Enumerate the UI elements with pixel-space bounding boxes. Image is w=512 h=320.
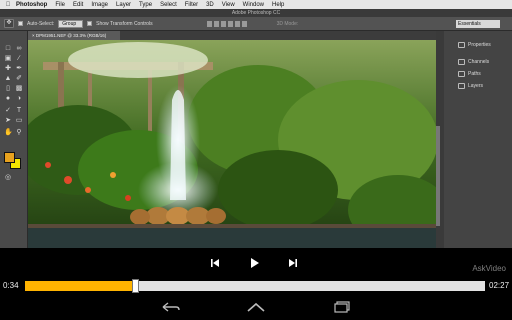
3d-mode-label: 3D Mode: <box>276 20 299 27</box>
move-tool-icon[interactable]: ✥ <box>4 19 14 28</box>
home-icon[interactable] <box>245 300 267 314</box>
menu-item-photoshop[interactable]: Photoshop <box>12 2 51 8</box>
seek-row: 0:34 02:27 <box>0 278 512 294</box>
path-select-icon[interactable]: ➤ <box>4 117 12 124</box>
menu-item-view[interactable]: View <box>218 2 239 8</box>
gradient-tool-icon[interactable]: ▩ <box>15 85 23 92</box>
menu-item-edit[interactable]: Edit <box>69 2 87 8</box>
foreground-color-swatch[interactable] <box>4 152 15 163</box>
auto-select-label: Auto-Select: <box>27 20 55 27</box>
document-tab[interactable]: × DPM1951.NEF @ 33.3% (RGB/16) <box>28 31 120 40</box>
apple-icon[interactable]:  <box>4 2 12 8</box>
menu-item-window[interactable]: Window <box>239 2 268 8</box>
fountain-photo <box>28 40 436 248</box>
options-bar: ✥ Auto-Select: Group Show Transform Cont… <box>0 17 512 31</box>
shape-tool-icon[interactable]: ▭ <box>15 117 23 124</box>
menu-item-layer[interactable]: Layer <box>112 2 135 8</box>
panel-paths-label: Paths <box>468 71 481 77</box>
recent-apps-icon[interactable] <box>331 300 353 314</box>
stamp-tool-icon[interactable]: ▲ <box>4 75 12 82</box>
skip-forward-icon[interactable] <box>286 257 300 269</box>
align-left-icon[interactable] <box>227 20 233 27</box>
window-title: Adobe Photoshop CC <box>0 9 512 17</box>
align-buttons <box>206 20 247 27</box>
align-top-icon[interactable] <box>206 20 212 27</box>
panel-channels[interactable]: Channels <box>458 57 489 67</box>
marquee-tool-icon[interactable]: □ <box>4 45 12 52</box>
type-tool-icon[interactable]: T <box>15 107 23 114</box>
menu-item-file[interactable]: File <box>51 2 69 8</box>
document-tab-bar: × DPM1951.NEF @ 33.3% (RGB/16) <box>28 31 436 40</box>
canvas-scrollbar[interactable] <box>436 126 440 226</box>
zoom-tool-icon[interactable]: ⚲ <box>15 129 23 136</box>
menu-item-type[interactable]: Type <box>135 2 156 8</box>
blur-tool-icon[interactable]: ● <box>4 95 12 102</box>
seek-bar[interactable] <box>25 279 485 293</box>
menu-bar:  Photoshop File Edit Image Layer Type S… <box>0 0 512 9</box>
auto-select-checkbox[interactable] <box>18 21 23 26</box>
tools-panel: □ ∞ ▣ ∕ ✚ ✒ ▲ ✐ ▯ ▩ ● ◑ ✓ T ➤ ▭ ✋ ⚲ ◎ <box>0 31 28 248</box>
pen-tool-icon[interactable]: ✓ <box>4 107 12 114</box>
properties-icon <box>458 42 465 48</box>
seek-progress <box>25 281 136 291</box>
seek-thumb[interactable] <box>132 279 140 293</box>
hand-tool-icon[interactable]: ✋ <box>4 129 13 136</box>
panel-layers-label: Layers <box>468 83 484 89</box>
workspace-dropdown[interactable]: Essentials <box>456 20 500 28</box>
layers-icon <box>458 83 465 89</box>
dodge-tool-icon[interactable]: ◑ <box>15 95 23 102</box>
panel-channels-label: Channels <box>468 59 490 65</box>
eyedropper-tool-icon[interactable]: ∕ <box>15 55 23 62</box>
channels-icon <box>458 59 465 65</box>
system-nav-bar <box>0 294 512 320</box>
quick-mask-icon[interactable]: ◎ <box>4 174 12 181</box>
document-canvas[interactable] <box>28 40 436 248</box>
align-right-icon[interactable] <box>241 20 247 27</box>
panels-dock: Properties Channels Paths Layers <box>436 31 512 248</box>
menu-item-image[interactable]: Image <box>87 2 112 8</box>
panel-properties[interactable]: Properties <box>458 40 491 50</box>
lasso-tool-icon[interactable]: ∞ <box>15 45 23 52</box>
total-time: 02:27 <box>489 281 510 290</box>
back-icon[interactable] <box>160 300 182 314</box>
show-transform-checkbox[interactable] <box>87 21 93 26</box>
document-tab-label: DPM1951.NEF @ 33.3% (RGB/16) <box>35 33 107 38</box>
crop-tool-icon[interactable]: ▣ <box>4 55 12 62</box>
skip-back-icon[interactable] <box>208 257 222 269</box>
align-middle-icon[interactable] <box>213 20 219 27</box>
watermark-logo: AskVideo <box>472 264 506 273</box>
elapsed-time: 0:34 <box>3 281 19 290</box>
panel-paths[interactable]: Paths <box>458 69 481 79</box>
eraser-tool-icon[interactable]: ▯ <box>4 85 12 92</box>
play-icon[interactable] <box>248 257 262 269</box>
menu-item-3d[interactable]: 3D <box>202 2 218 8</box>
video-controls: AskVideo <box>0 248 512 278</box>
menu-item-select[interactable]: Select <box>156 2 181 8</box>
show-transform-label: Show Transform Controls <box>96 20 153 27</box>
align-bottom-icon[interactable] <box>220 20 226 27</box>
menu-item-filter[interactable]: Filter <box>181 2 202 8</box>
auto-select-dropdown[interactable]: Group <box>58 19 84 28</box>
history-brush-icon[interactable]: ✐ <box>15 75 23 82</box>
healing-tool-icon[interactable]: ✚ <box>4 65 12 72</box>
brush-tool-icon[interactable]: ✒ <box>15 65 23 72</box>
paths-icon <box>458 71 465 77</box>
menu-item-help[interactable]: Help <box>268 2 288 8</box>
align-center-icon[interactable] <box>234 20 240 27</box>
close-tab-icon[interactable]: × <box>32 33 35 38</box>
panel-layers[interactable]: Layers <box>458 81 483 91</box>
panel-properties-label: Properties <box>468 42 491 48</box>
